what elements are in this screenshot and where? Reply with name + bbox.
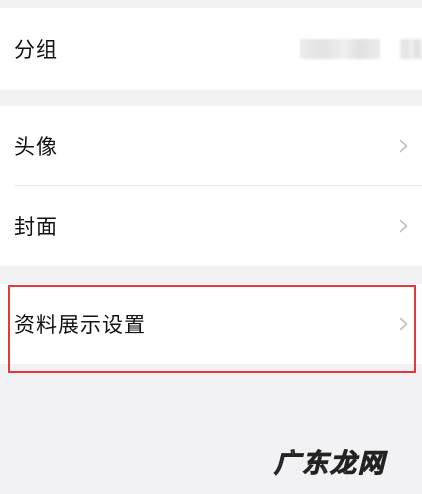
settings-screen: 分组 头像 封面 资料展示设置 广东龙网 — [0, 0, 422, 494]
cover-row-label: 封面 — [14, 215, 58, 239]
group-value-blurred — [300, 39, 380, 59]
display-settings-card: 资料展示设置 — [0, 284, 422, 364]
cover-row[interactable]: 封面 — [0, 186, 422, 266]
chevron-right-icon — [399, 139, 408, 153]
group-value-blurred-2 — [400, 39, 422, 59]
group-row[interactable]: 分组 — [0, 8, 422, 90]
profile-media-card: 头像 封面 — [0, 106, 422, 266]
avatar-row[interactable]: 头像 — [0, 106, 422, 186]
avatar-row-label: 头像 — [14, 135, 58, 159]
watermark: 广东龙网 — [273, 449, 386, 480]
group-card: 分组 — [0, 8, 422, 90]
display-settings-row[interactable]: 资料展示设置 — [0, 284, 422, 364]
group-row-label: 分组 — [14, 38, 58, 62]
display-settings-row-label: 资料展示设置 — [14, 313, 146, 337]
chevron-right-icon — [399, 219, 408, 233]
chevron-right-icon — [399, 317, 408, 331]
